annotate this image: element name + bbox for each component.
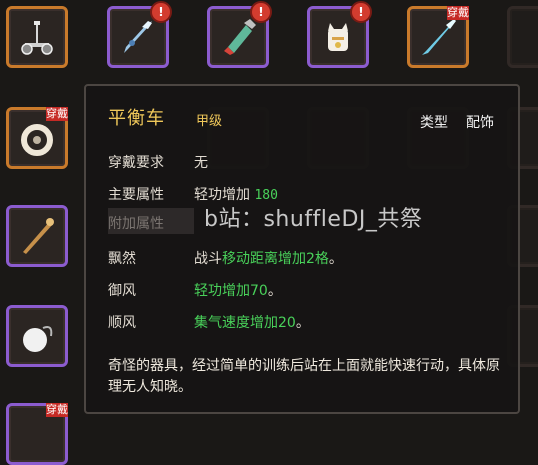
watermark-text: b站：shuffleDJ_共祭 (204, 207, 423, 232)
item-name: 平衡车 (108, 108, 165, 129)
crystal-spear-icon (124, 21, 152, 53)
skill-prefix-0: 战斗 (194, 251, 222, 267)
inventory-slot-unknown[interactable]: 穿戴 (6, 403, 68, 465)
inventory-slot-potion-vial[interactable]: ! (207, 1, 272, 68)
skill-suffix-2: 。 (295, 315, 310, 331)
item-description: 奇怪的器具，经过简单的训练后站在上面就能快速行动，具体原理无人知晓。 (108, 358, 500, 395)
ring-charm-icon (21, 124, 53, 156)
equipped-badge: 穿戴 (46, 107, 68, 121)
skill-effect-1: 轻功增加70。 (194, 280, 282, 300)
item-type-value: 配饰 (466, 115, 494, 131)
inventory-slot-partial[interactable] (507, 6, 538, 68)
skill-effect-2: 集气速度增加20。 (194, 312, 310, 332)
skill-effect-text-2: 集气速度增加20 (194, 315, 296, 331)
item-tooltip: 平衡车 甲级 类型 配饰 穿戴要求 无 主要属性 轻功增加 180 附加属性 b… (84, 84, 520, 414)
balance-scooter-icon (21, 21, 53, 55)
inventory-slot-crystal-spear[interactable]: ! (107, 1, 172, 68)
inventory-slot-pearl-amulet[interactable] (6, 305, 68, 367)
inventory-slot-blue-spear[interactable]: 穿戴 (407, 6, 469, 68)
requirement-value: 无 (194, 155, 208, 171)
skill-effect-text-1: 轻功增加70 (194, 283, 268, 299)
skill-suffix-1: 。 (267, 283, 282, 299)
equipped-badge: 穿戴 (46, 403, 68, 417)
inventory-slot-ring-charm[interactable]: 穿戴 (6, 107, 68, 169)
inventory-slot-wooden-staff[interactable] (6, 205, 68, 267)
pearl-amulet-icon (23, 326, 53, 352)
inventory-slot-lucky-cat[interactable]: ! (307, 1, 372, 68)
item-grade: 甲级 (196, 114, 223, 129)
skill-effect-text-0: 移动距离增加2格 (222, 251, 329, 267)
skill-suffix-0: 。 (328, 251, 343, 267)
alert-badge: ! (350, 1, 372, 23)
inventory-slot-balance-scooter[interactable] (6, 6, 68, 68)
lucky-cat-icon (328, 23, 348, 51)
requirement-label: 穿戴要求 (108, 155, 164, 171)
skill-label-2: 顺风 (108, 315, 136, 331)
alert-badge: ! (150, 1, 172, 23)
potion-vial-icon (224, 19, 256, 55)
blue-spear-icon (422, 19, 456, 55)
skill-effect-0: 战斗移动距离增加2格。 (194, 248, 343, 268)
alert-badge: ! (250, 1, 272, 23)
skill-label-1: 御风 (108, 283, 136, 299)
item-type-label: 类型 (420, 115, 448, 131)
equipped-badge: 穿戴 (447, 6, 469, 20)
skill-label-0: 飘然 (108, 251, 136, 267)
extra-attribute-label: 附加属性 (108, 216, 164, 232)
main-attribute-label: 主要属性 (108, 187, 164, 203)
wooden-staff-icon (23, 218, 54, 254)
